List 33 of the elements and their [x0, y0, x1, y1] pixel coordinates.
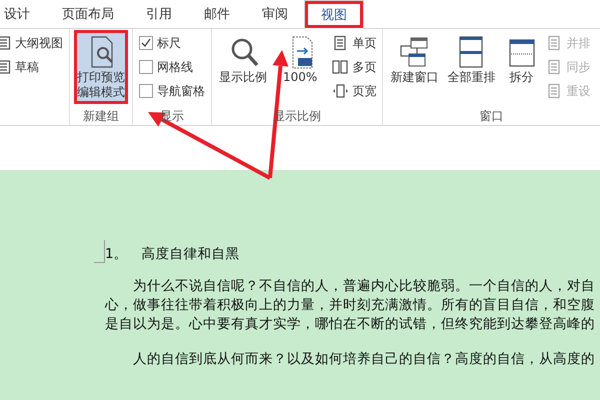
ribbon-button[interactable]: 打印预览 编辑模式 [76, 32, 126, 102]
ribbon-button[interactable]: 新建窗口 [389, 32, 440, 87]
side-by-side-icon [546, 35, 562, 51]
group-label: 新建组 [82, 108, 120, 125]
single-page-icon [332, 35, 348, 51]
checkbox[interactable] [139, 60, 153, 74]
checkbox[interactable] [139, 84, 153, 98]
ribbon-button[interactable]: 显示比例 [218, 32, 268, 87]
ribbon-button[interactable]: 拆分 [503, 32, 540, 87]
ribbon-button[interactable]: 草稿 [0, 56, 63, 78]
ribbon-button[interactable]: 页宽 [332, 80, 376, 102]
heading-text: 高度自律和自黑 [142, 245, 240, 263]
checkbox-label: 网格线 [157, 58, 193, 76]
page-width-icon [332, 83, 348, 99]
checkbox[interactable] [139, 36, 153, 50]
ribbon-button[interactable]: 多页 [332, 56, 376, 78]
group-label: 窗口 [478, 108, 505, 125]
multiple-pages-icon [332, 59, 348, 75]
paragraph-line: 为什么不说自信呢？不自信的人，普遍内心比较脆弱。一个自信的人，对自 [132, 277, 596, 296]
paragraph-line: 是自以为是。心中要有真才实学，哪怕在不断的试错，但终究能到达攀登高峰的 [105, 315, 596, 334]
ribbon-button[interactable]: 全部重排 [446, 32, 496, 87]
sync-scroll-icon [546, 59, 562, 75]
page-corner-mark [94, 240, 105, 263]
checkbox-label: 标尺 [157, 34, 181, 52]
ribbon-tab[interactable]: 视图 [304, 0, 364, 29]
reset-window-icon [546, 83, 562, 99]
ribbon-button[interactable]: 大纲视图 [0, 32, 63, 54]
ribbon-button[interactable]: 单页 [332, 32, 376, 54]
list-number: 1。 [105, 245, 128, 263]
paragraph-line: 人的自信到底从何而来？以及如何培养自己的自信？高度的自信，从高度的 [132, 350, 596, 369]
ribbon-button[interactable]: 100% [282, 32, 318, 87]
paragraph-line: 心，做事往往带着积极向上的力量，并时刻充满激情。所有的盲目自信，和空腹 [105, 296, 596, 315]
checkbox-label: 导航窗格 [157, 82, 205, 100]
